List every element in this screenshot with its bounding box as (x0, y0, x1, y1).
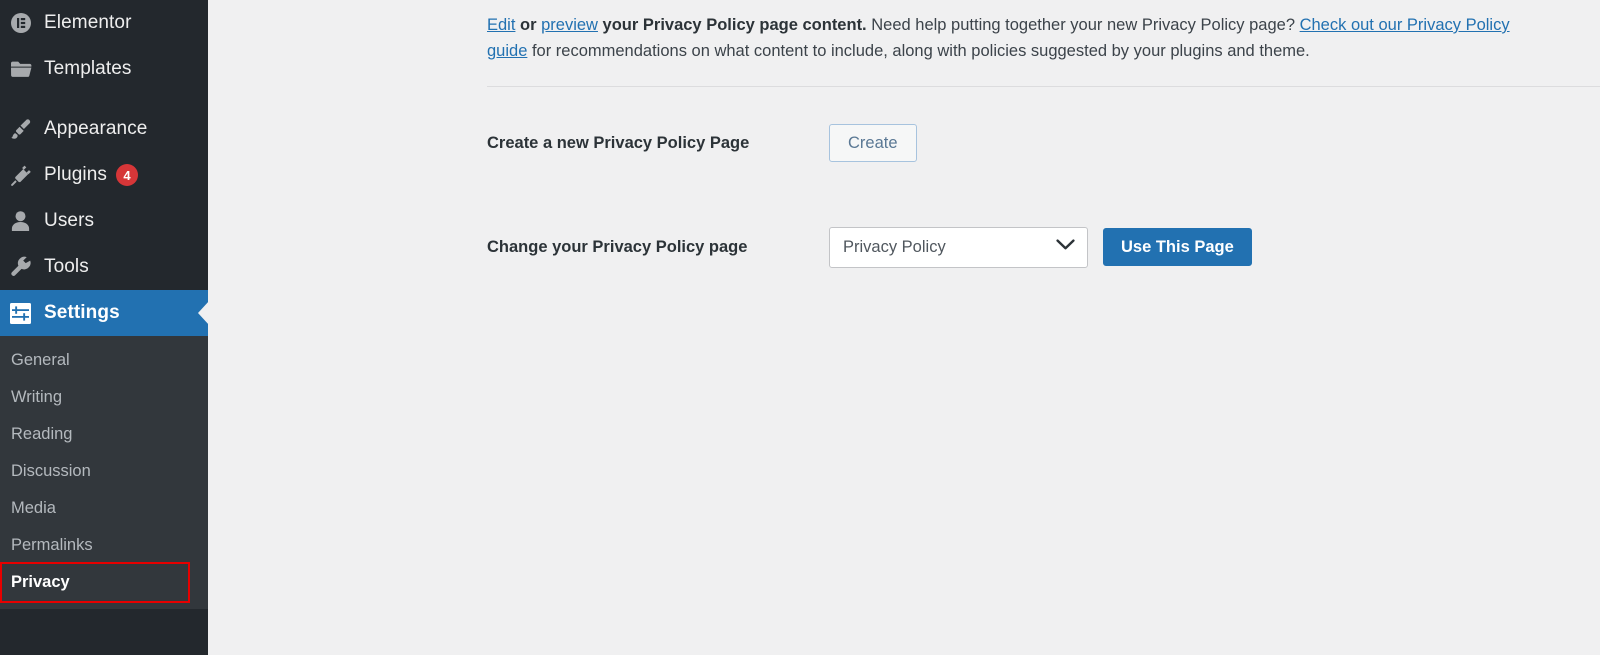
admin-sidebar: Elementor Templates Appearance Plugins 4 User… (0, 0, 208, 655)
submenu-item-discussion[interactable]: Discussion (0, 453, 208, 490)
intro-text-mid: Need help putting together your new Priv… (866, 16, 1300, 34)
sidebar-item-users[interactable]: Users (0, 198, 208, 244)
wordpress-admin-screen: Elementor Templates Appearance Plugins 4 User… (0, 0, 1621, 655)
folder-icon (10, 59, 44, 79)
current-menu-arrow-icon (198, 301, 208, 325)
sidebar-item-plugins[interactable]: Plugins 4 (0, 152, 208, 198)
sidebar-item-label: Plugins (44, 164, 108, 185)
elementor-icon (10, 12, 44, 34)
user-icon (10, 210, 44, 232)
use-this-page-button[interactable]: Use This Page (1103, 228, 1252, 266)
edit-link[interactable]: Edit (487, 16, 515, 34)
sidebar-item-label: Appearance (44, 118, 148, 139)
admin-menu: Elementor Templates Appearance Plugins 4 User… (0, 0, 208, 336)
intro-text-or: or (515, 16, 542, 34)
sidebar-item-tools[interactable]: Tools (0, 244, 208, 290)
sidebar-item-elementor[interactable]: Elementor (0, 0, 208, 46)
paintbrush-icon (10, 118, 44, 140)
sidebar-item-label: Elementor (44, 12, 132, 33)
submenu-item-reading[interactable]: Reading (0, 416, 208, 453)
sidebar-item-settings[interactable]: Settings (0, 290, 208, 336)
create-privacy-page-row: Create a new Privacy Policy Page Create (487, 122, 1600, 164)
intro-bold-tail: your Privacy Policy page content. (597, 16, 867, 34)
create-button[interactable]: Create (829, 124, 917, 162)
sidebar-item-label: Tools (44, 256, 89, 277)
privacy-page-select[interactable]: Privacy Policy (829, 226, 1088, 268)
change-page-label: Change your Privacy Policy page (487, 237, 748, 256)
main-content-area: Edit or preview your Privacy Policy page… (208, 0, 1600, 655)
plug-icon (10, 164, 44, 186)
sidebar-item-label: Users (44, 210, 95, 231)
submenu-item-privacy[interactable]: Privacy (0, 562, 190, 603)
submenu-item-general[interactable]: General (0, 342, 208, 379)
wrench-icon (10, 256, 44, 278)
intro-text-tail: for recommendations on what content to i… (527, 42, 1310, 60)
sidebar-item-templates[interactable]: Templates (0, 46, 208, 92)
sidebar-item-label: Templates (44, 58, 132, 79)
section-divider (487, 86, 1600, 87)
create-page-label: Create a new Privacy Policy Page (487, 133, 750, 152)
preview-link[interactable]: preview (541, 16, 598, 34)
privacy-page-select-wrapper: Privacy Policy (829, 226, 1088, 268)
sidebar-item-label: Settings (44, 302, 120, 323)
privacy-intro-paragraph: Edit or preview your Privacy Policy page… (487, 0, 1537, 64)
sidebar-item-appearance[interactable]: Appearance (0, 106, 208, 152)
sliders-icon (10, 302, 44, 324)
submenu-item-media[interactable]: Media (0, 490, 208, 527)
plugin-update-badge: 4 (116, 164, 139, 186)
submenu-item-writing[interactable]: Writing (0, 379, 208, 416)
change-privacy-page-row: Change your Privacy Policy page Privacy … (487, 226, 1600, 268)
privacy-settings-panel: Edit or preview your Privacy Policy page… (487, 0, 1600, 268)
submenu-item-permalinks[interactable]: Permalinks (0, 527, 208, 564)
settings-submenu: General Writing Reading Discussion Media Perm… (0, 336, 208, 609)
